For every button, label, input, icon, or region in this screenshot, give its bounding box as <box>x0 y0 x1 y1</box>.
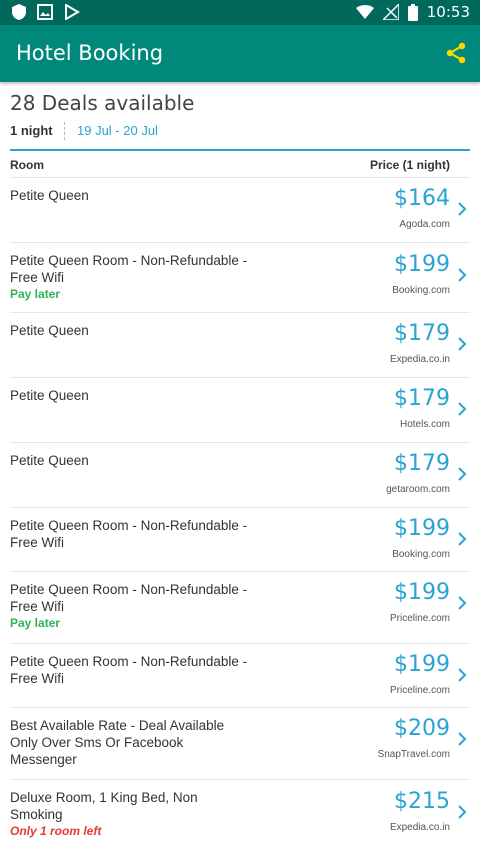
wifi-icon <box>355 5 374 19</box>
pay-later-badge: Pay later <box>10 287 61 301</box>
rooms-left-badge: Only 1 room left <box>10 824 102 838</box>
deal-price: $164 <box>394 186 450 211</box>
share-icon[interactable] <box>444 41 468 65</box>
deals-count: 28 Deals available <box>10 91 195 115</box>
deal-provider: Expedia.co.in <box>389 822 450 833</box>
room-name: Petite Queen <box>10 187 250 204</box>
deal-price: $199 <box>394 652 450 677</box>
deal-provider: Agoda.com <box>399 219 450 230</box>
deal-row[interactable]: Petite Queen $179 getaroom.com <box>10 442 470 507</box>
deal-row[interactable]: Petite Queen Room - Non-Refundable - Fre… <box>10 242 470 312</box>
app-bar: Hotel Booking <box>0 25 480 82</box>
chevron-right-icon <box>458 532 467 546</box>
status-right-icons: 10:53 <box>355 3 470 21</box>
room-name: Petite Queen <box>10 387 250 404</box>
no-signal-icon <box>382 4 399 20</box>
image-icon <box>37 4 53 20</box>
room-name: Petite Queen <box>10 322 250 339</box>
chevron-right-icon <box>458 467 467 481</box>
deal-provider: Booking.com <box>392 549 450 560</box>
chevron-right-icon <box>458 668 467 682</box>
room-name: Deluxe Room, 1 King Bed, Non Smoking Only… <box>10 789 250 840</box>
room-name-text: Petite Queen Room - Non-Refundable - Fre… <box>10 654 248 686</box>
status-time: 10:53 <box>426 3 470 21</box>
deal-price: $215 <box>394 789 450 814</box>
room-name-text: Petite Queen <box>10 388 89 403</box>
deal-row[interactable]: Petite Queen $179 Hotels.com <box>10 377 470 442</box>
room-name: Best Available Rate - Deal Available Onl… <box>10 717 250 768</box>
room-name-text: Petite Queen Room - Non-Refundable - Fre… <box>10 253 248 285</box>
room-name: Petite Queen Room - Non-Refundable - Fre… <box>10 653 250 687</box>
room-name: Petite Queen Room - Non-Refundable - Fre… <box>10 517 250 551</box>
chevron-right-icon <box>458 268 467 282</box>
deal-price: $199 <box>394 580 450 605</box>
deal-list: Petite Queen $164 Agoda.com Petite Queen Ro… <box>0 177 480 847</box>
chevron-right-icon <box>458 402 467 416</box>
deal-price: $179 <box>394 451 450 476</box>
chevron-right-icon <box>458 805 467 819</box>
battery-icon <box>407 3 418 21</box>
deal-row[interactable]: Petite Queen $179 Expedia.co.in <box>10 312 470 377</box>
deal-provider: Booking.com <box>392 285 450 296</box>
status-bar: 10:53 <box>0 0 480 25</box>
deal-row[interactable]: Petite Queen $164 Agoda.com <box>10 177 470 242</box>
column-header-price: Price (1 night) <box>369 158 450 172</box>
chevron-right-icon <box>458 202 467 216</box>
deal-provider: Expedia.co.in <box>389 354 450 365</box>
chevron-right-icon <box>458 596 467 610</box>
deal-provider: Priceline.com <box>389 685 450 696</box>
chevron-right-icon <box>458 732 467 746</box>
deal-provider: getaroom.com <box>386 484 450 495</box>
deal-price: $209 <box>394 716 450 741</box>
deal-row[interactable]: Petite Queen Room - Non-Refundable - Fre… <box>10 571 470 643</box>
deal-price: $179 <box>394 386 450 411</box>
date-range[interactable]: 19 Jul - 20 Jul <box>77 123 158 138</box>
room-name-text: Petite Queen <box>10 453 89 468</box>
room-name-text: Petite Queen <box>10 323 89 338</box>
nights-label: 1 night <box>10 123 53 138</box>
column-header-room: Room <box>10 158 44 172</box>
status-left-icons <box>12 4 80 20</box>
pay-later-badge: Pay later <box>10 616 61 630</box>
deal-row[interactable]: Petite Queen Room - Non-Refundable - Fre… <box>10 643 470 707</box>
room-name: Petite Queen <box>10 452 250 469</box>
header-accent-line <box>10 149 470 151</box>
deal-price: $179 <box>394 321 450 346</box>
deal-price: $199 <box>394 516 450 541</box>
play-store-icon <box>65 4 80 20</box>
deal-provider: Hotels.com <box>399 419 450 430</box>
room-name-text: Petite Queen <box>10 188 89 203</box>
app-title: Hotel Booking <box>16 41 164 65</box>
chevron-right-icon <box>458 337 467 351</box>
deal-row[interactable]: Deluxe Room, 1 King Bed, Non Smoking Only… <box>10 779 470 847</box>
room-name: Petite Queen Room - Non-Refundable - Fre… <box>10 252 250 303</box>
room-name-text: Petite Queen Room - Non-Refundable - Fre… <box>10 518 248 550</box>
room-name-text: Petite Queen Room - Non-Refundable - Fre… <box>10 582 248 614</box>
deal-row[interactable]: Petite Queen Room - Non-Refundable - Fre… <box>10 507 470 571</box>
deal-provider: SnapTravel.com <box>377 749 450 760</box>
deal-row[interactable]: Best Available Rate - Deal Available Onl… <box>10 707 470 779</box>
nights-date-divider <box>64 122 65 140</box>
room-name-text: Best Available Rate - Deal Available Onl… <box>10 718 225 767</box>
room-name-text: Deluxe Room, 1 King Bed, Non Smoking <box>10 790 198 822</box>
shield-icon <box>12 4 26 20</box>
room-name: Petite Queen Room - Non-Refundable - Fre… <box>10 581 250 632</box>
deal-provider: Priceline.com <box>389 613 450 624</box>
deal-price: $199 <box>394 252 450 277</box>
